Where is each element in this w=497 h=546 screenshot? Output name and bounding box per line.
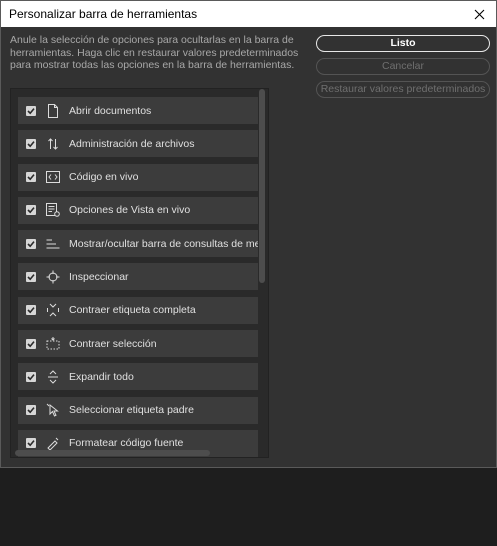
checkbox[interactable] <box>26 172 36 183</box>
close-button[interactable] <box>462 1 496 27</box>
checkbox[interactable] <box>26 205 36 216</box>
checkbox[interactable] <box>26 438 36 449</box>
item-label: Código en vivo <box>69 171 139 184</box>
vertical-scrollbar-thumb[interactable] <box>259 89 265 283</box>
item-label: Inspeccionar <box>69 270 129 283</box>
cancel-button[interactable]: Cancelar <box>316 58 490 75</box>
vertical-scrollbar[interactable] <box>259 89 265 455</box>
item-label: Seleccionar etiqueta padre <box>69 404 194 417</box>
checkbox[interactable] <box>26 305 36 316</box>
checkmark-icon <box>27 440 35 447</box>
inspect-icon <box>46 270 60 284</box>
checkmark-icon <box>27 274 35 281</box>
collapse-selection-icon <box>46 336 60 351</box>
format-source-icon <box>46 436 60 451</box>
list-item[interactable]: Opciones de Vista en vivo <box>18 196 258 224</box>
item-label: Contraer etiqueta completa <box>69 304 196 317</box>
list-item[interactable]: Contraer etiqueta completa <box>18 296 258 324</box>
item-label: Opciones de Vista en vivo <box>69 204 191 217</box>
toolbar-options-list[interactable]: Abrir documentos Administración de archi… <box>10 88 269 458</box>
checkmark-icon <box>27 174 35 181</box>
item-label: Administración de archivos <box>69 137 195 150</box>
checkmark-icon <box>27 240 35 248</box>
customize-toolbar-dialog: Personalizar barra de herramientas Anule… <box>0 0 497 468</box>
item-label: Mostrar/ocultar barra de consultas de me… <box>69 237 258 250</box>
checkmark-icon <box>27 307 35 314</box>
checkbox[interactable] <box>26 405 36 416</box>
checkbox[interactable] <box>26 338 36 349</box>
checkbox[interactable] <box>26 105 36 116</box>
checkmark-icon <box>27 107 35 114</box>
collapse-full-tag-icon <box>46 303 60 317</box>
list-item[interactable]: Administración de archivos <box>18 130 258 158</box>
list-item[interactable]: Abrir documentos <box>18 97 258 124</box>
item-label: Expandir todo <box>69 370 134 383</box>
select-parent-tag-icon <box>46 403 60 417</box>
file-transfer-icon <box>46 137 60 151</box>
list-item[interactable]: Código en vivo <box>18 163 258 191</box>
title-bar: Personalizar barra de herramientas <box>1 1 496 27</box>
checkmark-icon <box>27 140 35 148</box>
expand-all-icon <box>46 370 60 384</box>
checkmark-icon <box>27 340 35 347</box>
live-code-icon <box>46 170 60 184</box>
live-view-options-icon <box>46 203 60 218</box>
item-label: Abrir documentos <box>69 104 152 117</box>
instructions-text: Anule la selección de opciones para ocul… <box>10 34 299 71</box>
checkbox[interactable] <box>26 271 36 282</box>
checkmark-icon <box>27 373 35 381</box>
list-item[interactable]: Expandir todo <box>18 363 258 391</box>
done-button[interactable]: Listo <box>316 35 490 52</box>
checkbox[interactable] <box>26 238 36 249</box>
checkbox[interactable] <box>26 138 36 149</box>
checkmark-icon <box>27 407 35 414</box>
checkbox[interactable] <box>26 371 36 382</box>
restore-defaults-button[interactable]: Restaurar valores predeterminados <box>316 81 490 98</box>
list-item[interactable]: Seleccionar etiqueta padre <box>18 396 258 424</box>
close-icon <box>474 9 484 19</box>
item-label: Contraer selección <box>69 337 157 350</box>
list-item[interactable]: Contraer selección <box>18 330 258 358</box>
media-query-bar-icon <box>46 237 60 251</box>
list-item[interactable]: Mostrar/ocultar barra de consultas de me… <box>18 230 258 258</box>
checkmark-icon <box>27 207 35 214</box>
list-item[interactable]: Inspeccionar <box>18 263 258 291</box>
item-label: Formatear código fuente <box>69 437 184 450</box>
dialog-title: Personalizar barra de herramientas <box>9 7 198 21</box>
horizontal-scrollbar-thumb[interactable] <box>15 450 210 456</box>
document-icon <box>46 103 60 118</box>
